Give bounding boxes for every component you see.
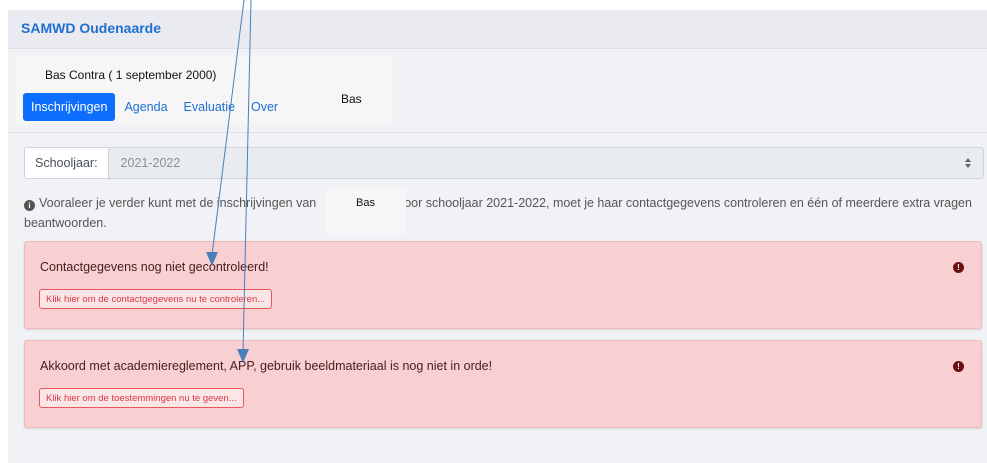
annotation-arrowhead-2 xyxy=(237,349,249,363)
annotation-arrows xyxy=(206,0,252,363)
annotation-arrowhead-1 xyxy=(206,252,218,266)
annotation-arrow-1 xyxy=(211,0,245,256)
annotation-arrow-2 xyxy=(242,0,252,353)
